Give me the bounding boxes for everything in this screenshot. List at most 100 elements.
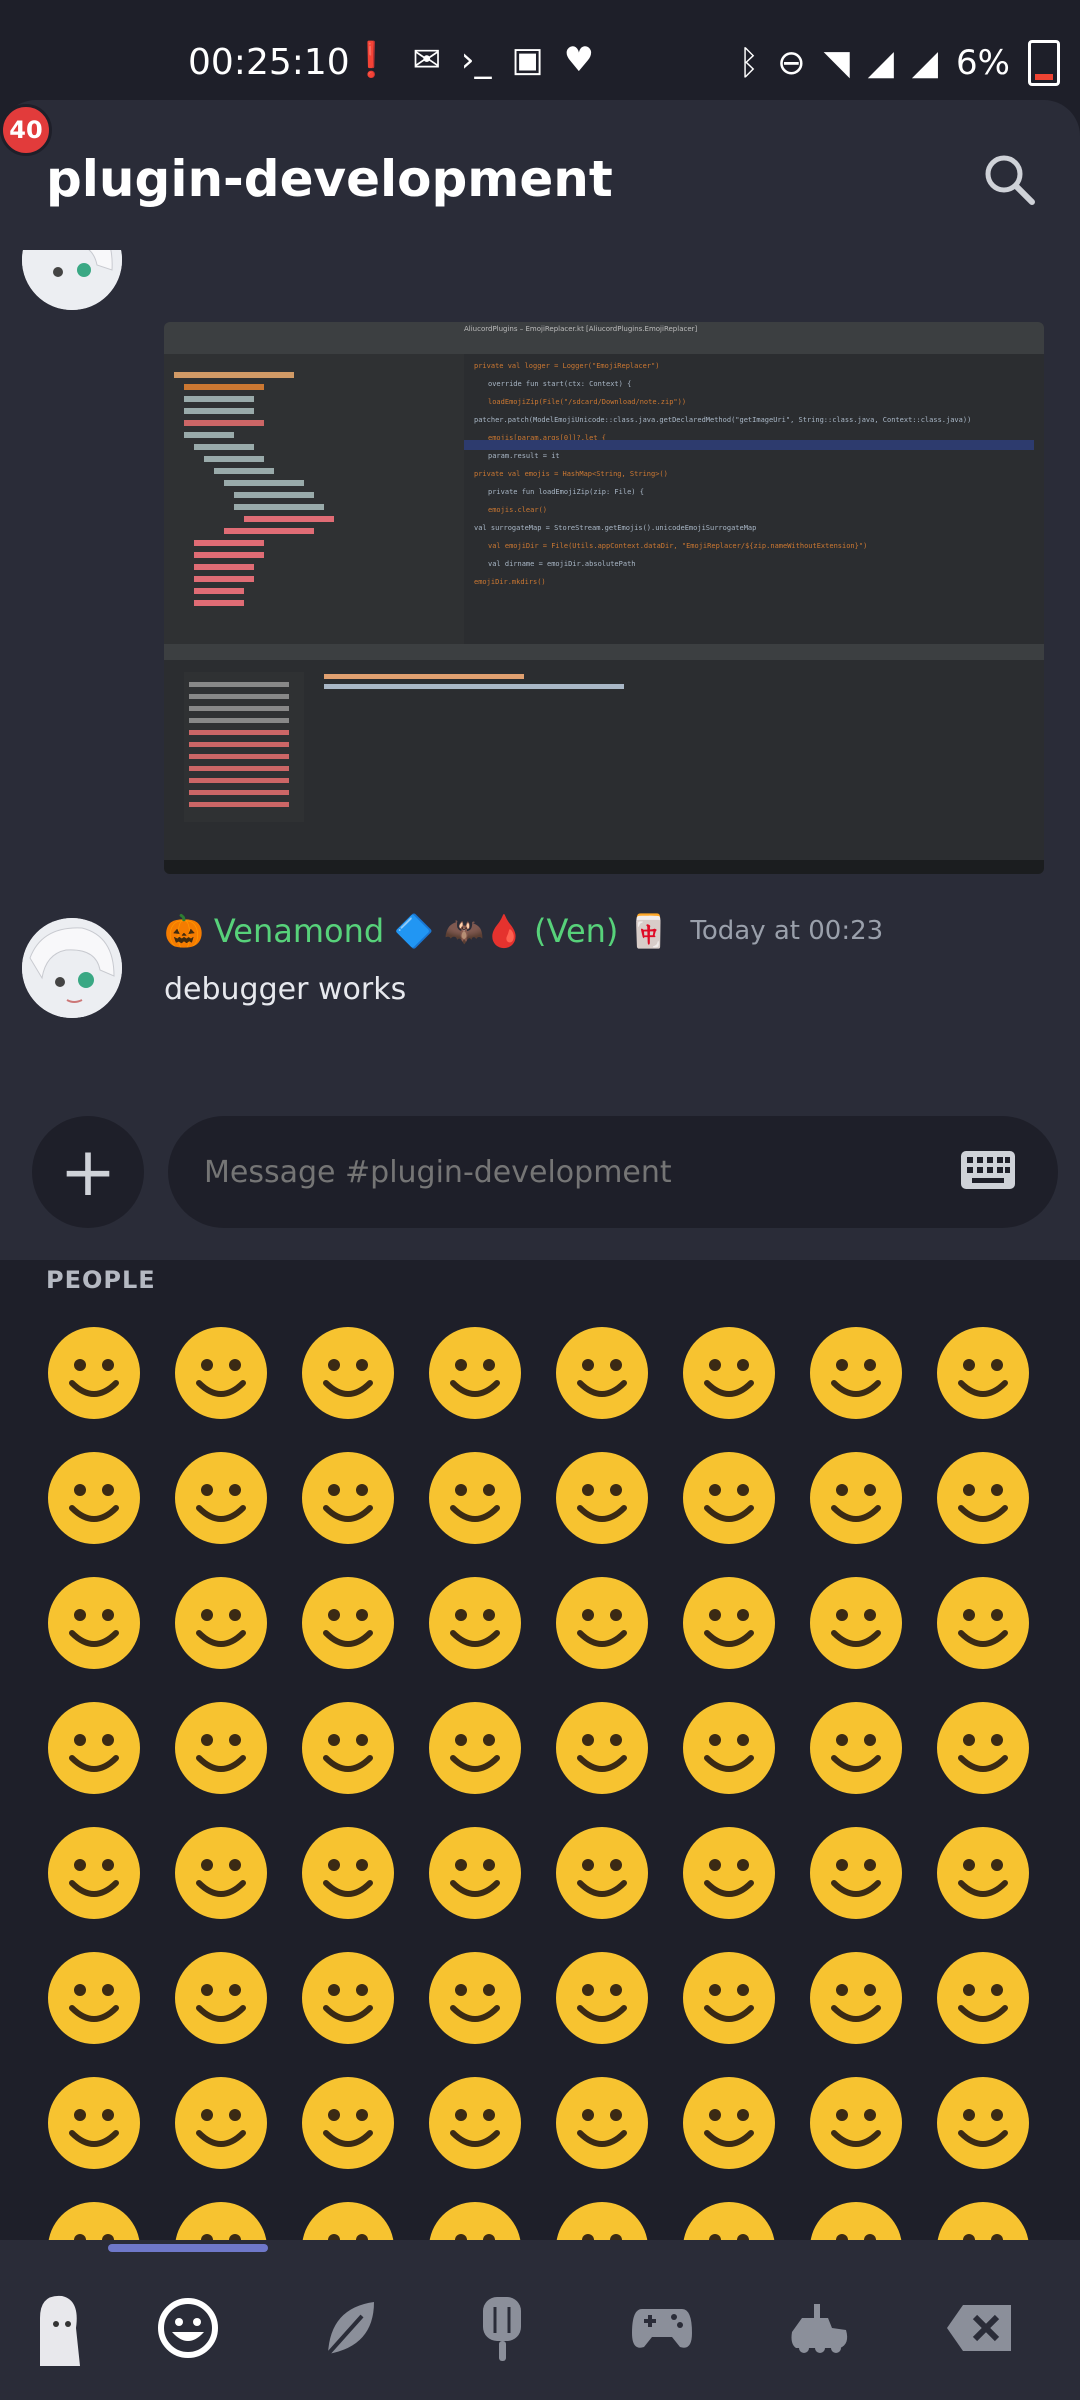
emoji-item[interactable] (919, 1810, 1046, 1935)
people-icon[interactable] (138, 2278, 238, 2378)
emoji-item[interactable] (538, 1560, 665, 1685)
emoji-item[interactable] (665, 1935, 792, 2060)
emoji-item[interactable] (919, 1685, 1046, 1810)
ide-code-line: private val emojis = HashMap<String, Str… (474, 470, 668, 478)
emoji-item[interactable] (665, 1310, 792, 1435)
heart-icon: ♥ (563, 40, 595, 80)
emoji-item[interactable] (792, 1435, 919, 1560)
emoji-item[interactable] (538, 1435, 665, 1560)
emoji-item[interactable] (411, 1810, 538, 1935)
emoji-item[interactable] (792, 1935, 919, 2060)
emoji-icon (174, 1326, 267, 1419)
emoji-item[interactable] (284, 2060, 411, 2185)
emoji-item[interactable] (30, 1685, 157, 1810)
emoji-item[interactable] (919, 1560, 1046, 1685)
ide-code-line: emojis.clear() (488, 506, 547, 514)
emoji-item[interactable] (665, 1435, 792, 1560)
emoji-icon (682, 1951, 775, 2044)
emoji-item[interactable] (919, 1935, 1046, 2060)
activity-icon[interactable] (612, 2278, 712, 2378)
emoji-item[interactable] (30, 1435, 157, 1560)
message-timestamp: Today at 00:23 (690, 916, 884, 946)
emoji-item[interactable] (538, 1685, 665, 1810)
emoji-item[interactable] (538, 2060, 665, 2185)
emoji-item[interactable] (919, 1310, 1046, 1435)
recent-icon[interactable] (10, 2278, 110, 2378)
emoji-item[interactable] (284, 1560, 411, 1685)
emoji-item[interactable] (538, 1310, 665, 1435)
emoji-item[interactable] (30, 1310, 157, 1435)
emoji-item[interactable] (284, 1685, 411, 1810)
message-text[interactable]: debugger works (164, 972, 406, 1007)
chat-area[interactable]: AliucordPlugins – EmojiReplacer.kt [Aliu… (0, 250, 1080, 1110)
emoji-item[interactable] (665, 1685, 792, 1810)
ide-title: AliucordPlugins – EmojiReplacer.kt [Aliu… (464, 325, 698, 333)
emoji-item[interactable] (157, 1435, 284, 1560)
emoji-icon (936, 1326, 1029, 1419)
author-avatar[interactable] (22, 918, 122, 1018)
emoji-item[interactable] (538, 1935, 665, 2060)
emoji-icon (47, 1951, 140, 2044)
emoji-item[interactable] (157, 1935, 284, 2060)
emoji-item[interactable] (665, 1560, 792, 1685)
emoji-item[interactable] (284, 1310, 411, 1435)
avatar[interactable] (22, 250, 122, 310)
emoji-item[interactable] (665, 1810, 792, 1935)
emoji-icon (936, 1576, 1029, 1669)
emoji-item[interactable] (30, 1560, 157, 1685)
emoji-item[interactable] (665, 2060, 792, 2185)
emoji-icon (555, 1451, 648, 1544)
emoji-icon (301, 1451, 394, 1544)
emoji-item[interactable] (538, 1810, 665, 1935)
nature-icon[interactable] (300, 2278, 400, 2378)
emoji-icon (682, 1326, 775, 1419)
emoji-icon (47, 1701, 140, 1794)
emoji-item[interactable] (157, 2060, 284, 2185)
emoji-icon (428, 1451, 521, 1544)
backspace-icon[interactable] (930, 2278, 1030, 2378)
emoji-item[interactable] (30, 1810, 157, 1935)
emoji-item[interactable] (284, 1435, 411, 1560)
emoji-item[interactable] (919, 1435, 1046, 1560)
channel-title[interactable]: plugin-development (46, 150, 613, 208)
emoji-item[interactable] (157, 1560, 284, 1685)
emoji-item[interactable] (157, 1685, 284, 1810)
emoji-item[interactable] (284, 1810, 411, 1935)
travel-icon[interactable] (770, 2278, 870, 2378)
status-time: 00:25:10 (188, 42, 350, 83)
emoji-icon (682, 1826, 775, 1919)
emoji-item[interactable] (30, 2060, 157, 2185)
wifi-icon: ◥ (823, 43, 850, 83)
emoji-item[interactable] (411, 1310, 538, 1435)
emoji-item[interactable] (411, 2060, 538, 2185)
keyboard-icon[interactable] (960, 1150, 1016, 1190)
emoji-item[interactable] (792, 1560, 919, 1685)
emoji-item[interactable] (792, 2060, 919, 2185)
emoji-item[interactable] (411, 1560, 538, 1685)
emoji-item[interactable] (792, 1810, 919, 1935)
emoji-item[interactable] (411, 1685, 538, 1810)
emoji-item[interactable] (157, 1310, 284, 1435)
emoji-item[interactable] (411, 1435, 538, 1560)
notification-badge[interactable]: 40 (0, 104, 52, 156)
add-attachment-button[interactable]: + (32, 1116, 144, 1228)
emoji-icon (47, 1826, 140, 1919)
emoji-item[interactable] (919, 2060, 1046, 2185)
emoji-item[interactable] (284, 1935, 411, 2060)
emoji-item[interactable] (792, 1685, 919, 1810)
emoji-item[interactable] (792, 1310, 919, 1435)
emoji-icon (555, 1576, 648, 1669)
emoji-icon (428, 1701, 521, 1794)
emoji-item[interactable] (157, 1810, 284, 1935)
emoji-item[interactable] (30, 1935, 157, 2060)
author-suffix: 🔷 🦇🩸 (Ven) 🀄 (394, 912, 669, 950)
emoji-icon (682, 1576, 775, 1669)
image-attachment[interactable]: AliucordPlugins – EmojiReplacer.kt [Aliu… (164, 322, 1044, 874)
status-bar: 00:25:10 ❗ ✉ ›_ ▣ ♥ ᛒ ⊖ ◥ ◢ ◢ 6% (0, 0, 1080, 100)
emoji-item[interactable] (411, 1935, 538, 2060)
author-name[interactable]: Venamond (214, 912, 384, 950)
food-icon[interactable] (452, 2278, 552, 2378)
message-input[interactable] (168, 1116, 1058, 1228)
search-icon[interactable] (980, 150, 1040, 210)
ide-code-line: override fun start(ctx: Context) { (488, 380, 631, 388)
